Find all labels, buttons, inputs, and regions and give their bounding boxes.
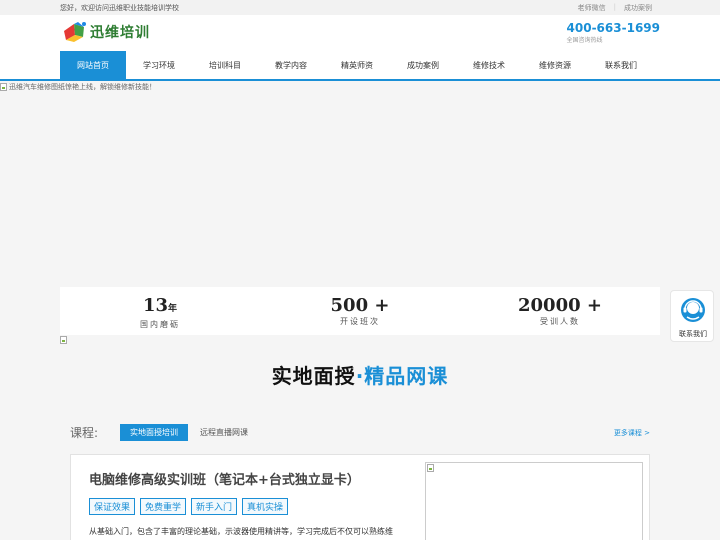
course-tag: 免费重学 xyxy=(140,498,187,515)
course-description: 从基础入门，包含了丰富的理论基础，示波器使用精讲等，学习完成后不仅可以熟练维 xyxy=(89,527,393,536)
banner-alt-text: 迅维汽车维修图纸惊艳上线，解锁维修新技能！ xyxy=(9,83,156,91)
stat-label: 国内磨砺 xyxy=(140,320,180,329)
main-nav: 网站首页 学习环境 培训科目 教学内容 精英师资 成功案例 维修技术 维修资源 … xyxy=(0,51,720,81)
nav-item-content[interactable]: 教学内容 xyxy=(258,51,324,81)
floating-contact-label: 联系我们 xyxy=(679,330,707,338)
stat-classes: 500 + 开设班次 xyxy=(260,287,460,335)
course-tabs-bar: 课程: 实地面授培训 远程直播网课 更多课程 > xyxy=(70,424,650,444)
headline-part-2: ·精品网课 xyxy=(355,364,449,388)
course-title[interactable]: 电脑维修高级实训班（笔记本+台式独立显卡） xyxy=(89,469,360,488)
stat-label: 受训人数 xyxy=(540,317,580,326)
hotline: 400-663-1699 全国咨询热线 xyxy=(567,21,660,44)
site-logo[interactable]: 迅维培训 xyxy=(62,21,150,43)
course-tag: 新手入门 xyxy=(191,498,238,515)
stat-trainees: 20000 + 受训人数 xyxy=(460,287,660,335)
nav-item-cases[interactable]: 成功案例 xyxy=(390,51,456,81)
broken-image-icon xyxy=(60,336,67,344)
section-headline: 实地面授·精品网课 xyxy=(0,360,720,389)
top-links: 老师微信 | 成功案例 xyxy=(578,3,652,13)
nav-item-home[interactable]: 网站首页 xyxy=(60,51,126,81)
nav-item-resources[interactable]: 维修资源 xyxy=(522,51,588,81)
hero-banner[interactable]: 迅维汽车维修图纸惊艳上线，解锁维修新技能！ xyxy=(0,81,720,286)
course-card[interactable]: 电脑维修高级实训班（笔记本+台式独立显卡） 保证效果 免费重学 新手入门 真机实… xyxy=(70,454,650,540)
course-tag: 真机实操 xyxy=(242,498,289,515)
courses-label: 课程: xyxy=(70,426,99,440)
welcome-text: 您好，欢迎访问迅维职业技能培训学校 xyxy=(60,4,179,12)
broken-image-icon xyxy=(427,464,434,472)
success-cases-link[interactable]: 成功案例 xyxy=(624,3,652,13)
hotline-label: 全国咨询热线 xyxy=(566,37,603,44)
customer-service-icon xyxy=(681,298,705,322)
tab-online-live[interactable]: 远程直播网课 xyxy=(200,424,248,441)
course-tag: 保证效果 xyxy=(89,498,136,515)
banner-image-alt: 迅维汽车维修图纸惊艳上线，解锁维修新技能！ xyxy=(0,82,156,92)
broken-image-icon xyxy=(0,83,7,91)
more-courses-link[interactable]: 更多课程 > xyxy=(614,428,650,438)
stat-value: 20000 + xyxy=(518,295,602,316)
stat-label: 开设班次 xyxy=(340,317,380,326)
teacher-wechat-link[interactable]: 老师微信 xyxy=(578,3,606,13)
stats-bar: 13年 国内磨砺 500 + 开设班次 20000 + 受训人数 xyxy=(60,287,660,335)
hotline-number: 400-663-1699 xyxy=(566,21,660,35)
course-image[interactable] xyxy=(425,462,643,540)
nav-item-environment[interactable]: 学习环境 xyxy=(126,51,192,81)
logo-text: 迅维培训 xyxy=(90,25,150,41)
stat-value: 13 xyxy=(142,295,169,316)
nav-item-contact[interactable]: 联系我们 xyxy=(588,51,654,81)
stat-years: 13年 国内磨砺 xyxy=(60,287,260,335)
floating-contact-button[interactable]: 联系我们 xyxy=(670,290,714,342)
divider: | xyxy=(613,3,616,11)
logo-icon xyxy=(62,21,88,43)
top-bar: 您好，欢迎访问迅维职业技能培训学校 老师微信 | 成功案例 xyxy=(0,0,720,15)
headline-part-1: 实地面授 xyxy=(271,364,356,388)
stat-value: 500 + xyxy=(330,295,390,316)
nav-item-tech[interactable]: 维修技术 xyxy=(456,51,522,81)
stat-unit: 年 xyxy=(168,304,178,314)
tab-onsite-training[interactable]: 实地面授培训 xyxy=(120,424,188,441)
nav-item-teachers[interactable]: 精英师资 xyxy=(324,51,390,81)
course-tags: 保证效果 免费重学 新手入门 真机实操 xyxy=(89,498,289,515)
nav-item-subjects[interactable]: 培训科目 xyxy=(192,51,258,81)
site-header: 迅维培训 400-663-1699 全国咨询热线 xyxy=(0,15,720,51)
